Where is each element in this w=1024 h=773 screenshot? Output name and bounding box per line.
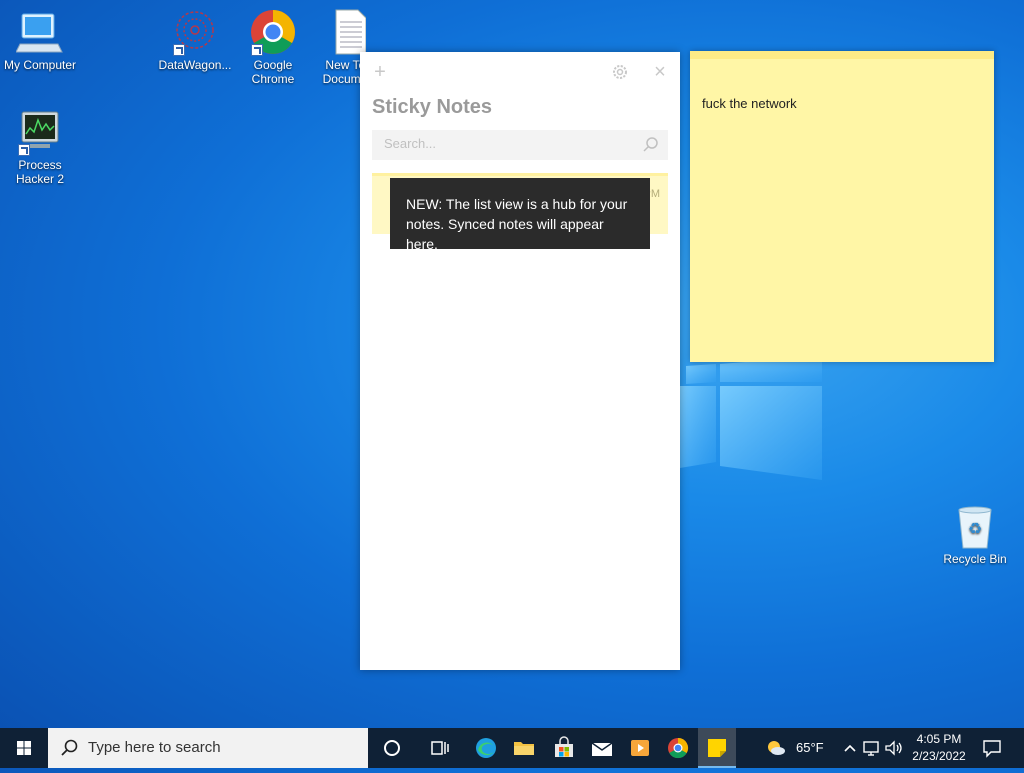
- desktop-icon-label: Recycle Bin: [943, 552, 1007, 566]
- desktop-icon-label: My Computer: [3, 58, 77, 72]
- desktop-icon-google-chrome[interactable]: Google Chrome: [233, 8, 313, 86]
- volume-icon[interactable]: [882, 736, 906, 760]
- mail-icon[interactable]: [590, 736, 614, 760]
- chrome-icon: [249, 8, 297, 56]
- notifications-icon[interactable]: [980, 736, 1004, 760]
- shortcut-arrow-icon: [173, 44, 185, 56]
- cortana-icon[interactable]: [380, 736, 404, 760]
- svg-text:♻: ♻: [968, 519, 982, 538]
- clock-date: 2/23/2022: [912, 749, 966, 763]
- clock-time: 4:05 PM: [916, 732, 962, 746]
- sticky-notes-icon: [708, 739, 726, 757]
- desktop-icon-datawagon[interactable]: DataWagon...: [155, 8, 235, 72]
- media-player-icon[interactable]: [628, 736, 652, 760]
- computer-icon: [15, 8, 64, 56]
- new-note-plus-icon[interactable]: +: [368, 60, 392, 84]
- recycle-bin-icon: ♻: [951, 502, 999, 550]
- shortcut-arrow-icon: [18, 144, 30, 156]
- desktop-icon-recycle-bin[interactable]: ♻ Recycle Bin: [935, 502, 1015, 566]
- process-hacker-icon: [16, 108, 64, 156]
- desktop-icon-my-computer[interactable]: My Computer: [0, 8, 80, 72]
- sticky-note[interactable]: fuck the network: [690, 51, 994, 362]
- desktop-icon-process-hacker[interactable]: Process Hacker 2: [0, 108, 80, 186]
- windows-start-icon: [17, 741, 31, 755]
- edge-icon[interactable]: [474, 736, 498, 760]
- taskbar: Type here to search 65°F 4:05 PM 2/23/20…: [0, 728, 1024, 768]
- desktop-icon-new-text-document[interactable]: New Text Document: [310, 8, 366, 86]
- sticky-note-header[interactable]: [690, 51, 994, 59]
- microsoft-store-icon[interactable]: [552, 736, 576, 760]
- shortcut-arrow-icon: [251, 44, 263, 56]
- settings-gear-icon[interactable]: [608, 60, 632, 84]
- search-placeholder: Search...: [384, 136, 437, 151]
- taskbar-search-placeholder: Type here to search: [88, 739, 221, 756]
- clock[interactable]: 4:05 PM 2/23/2022: [906, 731, 972, 765]
- search-input[interactable]: Search...: [372, 130, 668, 160]
- task-view-icon[interactable]: [428, 736, 452, 760]
- search-icon: [61, 739, 78, 756]
- weather-temperature[interactable]: 65°F: [796, 740, 824, 755]
- chrome-taskbar-icon[interactable]: [666, 736, 690, 760]
- start-button[interactable]: [0, 728, 48, 768]
- file-explorer-icon[interactable]: [512, 736, 536, 760]
- desktop-icon-label: New Text Document: [322, 58, 366, 86]
- desktop-icon-label: Google Chrome: [251, 58, 295, 86]
- text-document-icon: [326, 8, 366, 56]
- sticky-note-text[interactable]: fuck the network: [702, 96, 797, 111]
- page-title: Sticky Notes: [372, 96, 493, 118]
- close-icon[interactable]: ×: [648, 60, 672, 84]
- datawagon-icon: [171, 8, 219, 56]
- desktop-icon-label: DataWagon...: [158, 58, 232, 72]
- weather-icon[interactable]: [764, 736, 788, 760]
- desktop-icon-label: Process Hacker 2: [15, 158, 65, 186]
- network-icon[interactable]: [860, 736, 884, 760]
- sticky-notes-taskbar-button[interactable]: [698, 728, 736, 768]
- sticky-notes-list-window: + × Sticky Notes Search... PM: [360, 52, 680, 670]
- taskbar-search-input[interactable]: Type here to search: [48, 728, 368, 768]
- search-icon[interactable]: [642, 136, 660, 154]
- list-view-tooltip: NEW: The list view is a hub for your not…: [390, 178, 650, 252]
- sticky-list-titlebar: + ×: [360, 52, 680, 92]
- chevron-up-icon[interactable]: [838, 736, 862, 760]
